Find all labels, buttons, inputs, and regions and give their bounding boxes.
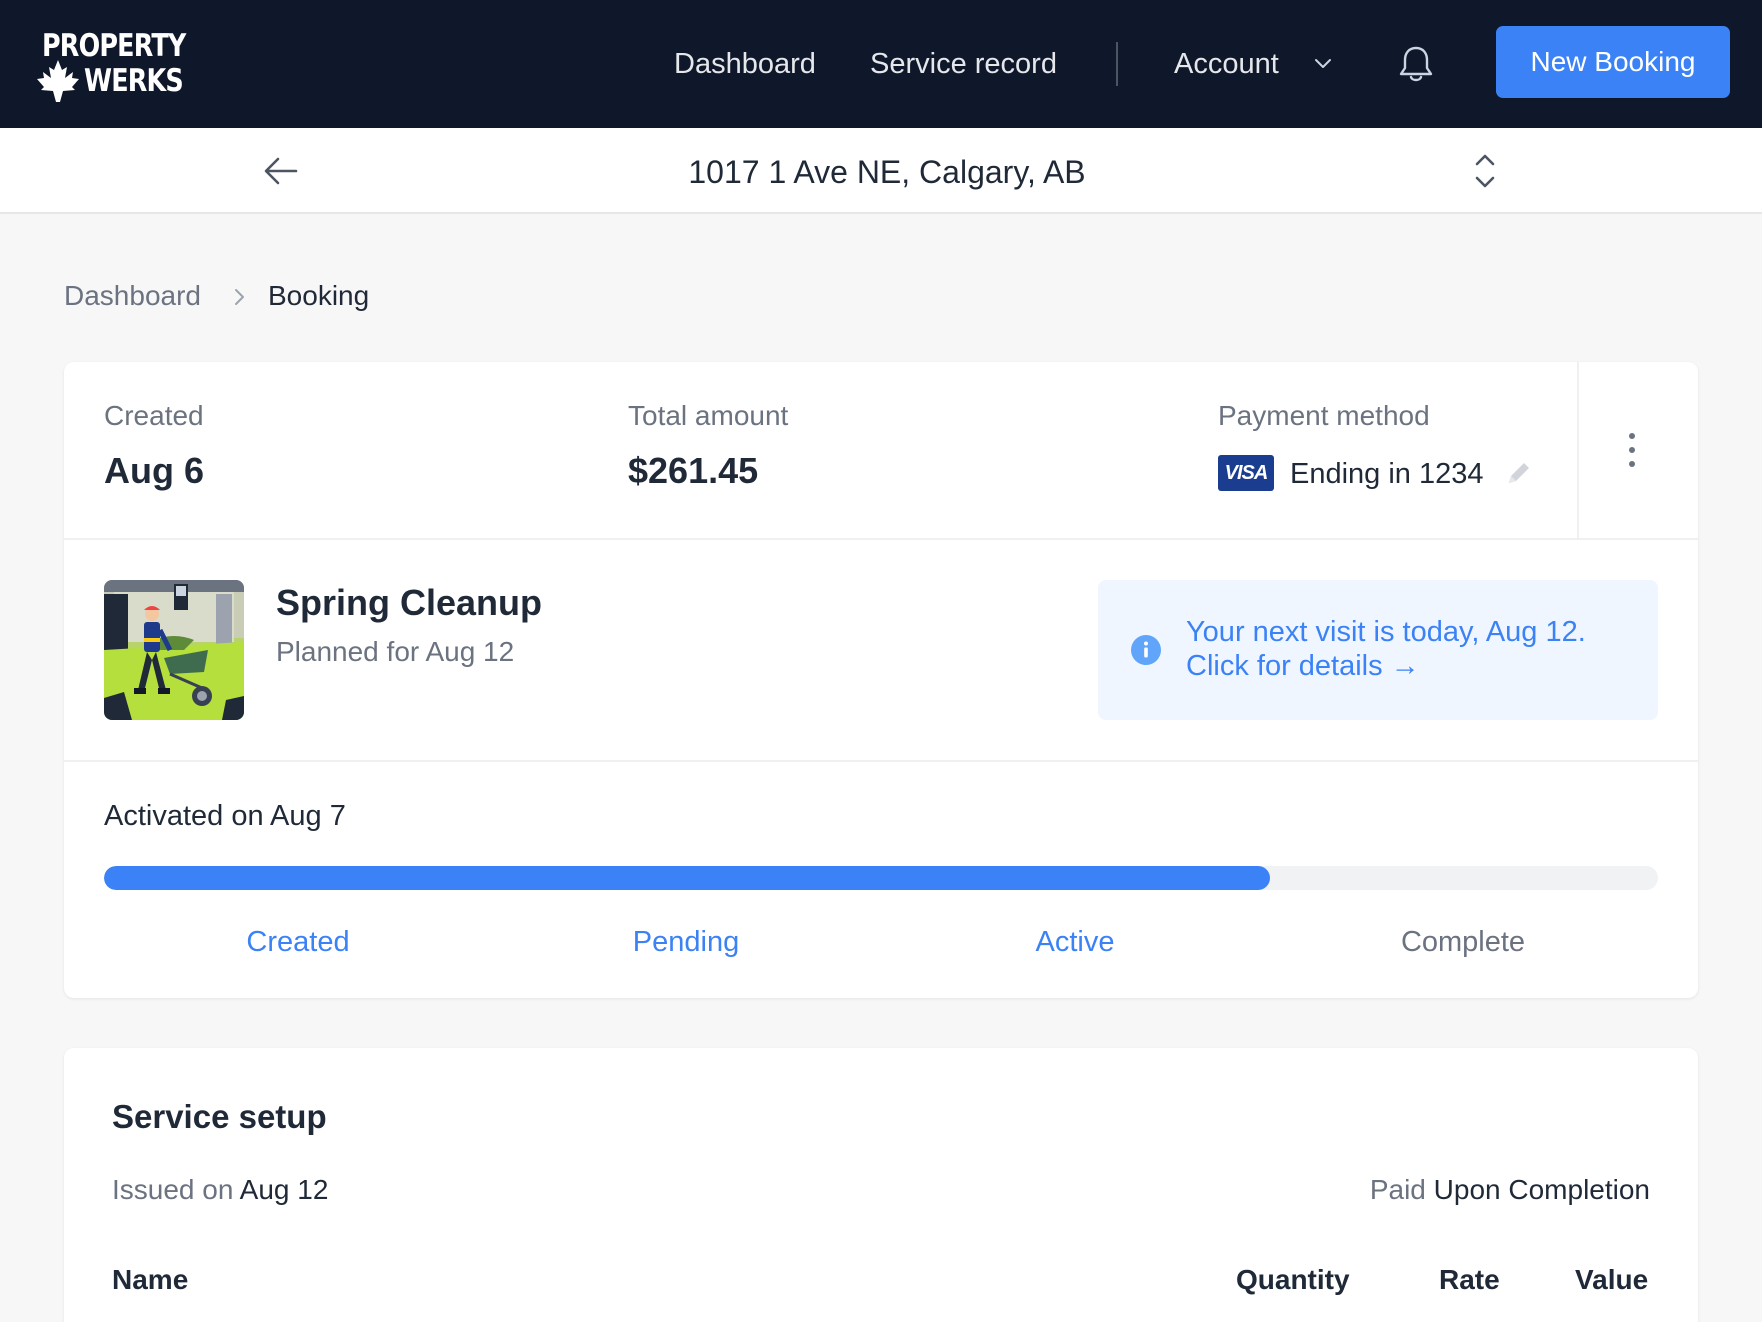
spring-cleanup-thumbnail: [104, 580, 244, 720]
nav-service-record-link[interactable]: Service record: [870, 48, 1057, 81]
nav-dashboard-link[interactable]: Dashboard: [674, 48, 816, 81]
new-booking-button[interactable]: New Booking: [1496, 26, 1730, 98]
payment-method-label: Payment method: [1218, 400, 1430, 431]
more-divider: [1577, 362, 1579, 538]
service-setup-card: Service setup Issued on Aug 12 Paid Upon…: [64, 1048, 1698, 1322]
logo-text-line2: WERKS: [84, 63, 184, 99]
service-planned-date: Planned for Aug 12: [276, 636, 515, 667]
step-created: Created: [246, 926, 350, 958]
details-link[interactable]: Click for details →: [1186, 650, 1420, 683]
created-value: Aug 6: [104, 450, 205, 491]
column-header-quantity: Quantity: [1236, 1264, 1350, 1295]
next-visit-text: Your next visit is today, Aug 12.: [1186, 616, 1586, 648]
issued-value: Aug 12: [239, 1174, 329, 1205]
info-icon: [1131, 635, 1161, 665]
step-pending: Pending: [632, 926, 740, 958]
activated-text: Activated on Aug 7: [104, 800, 346, 832]
column-header-rate: Rate: [1439, 1264, 1500, 1295]
paid-prefix: Paid: [1369, 1174, 1426, 1205]
chevron-up-down-icon[interactable]: [1470, 150, 1500, 192]
next-visit-notice[interactable]: Your next visit is today, Aug 12. Click …: [1098, 580, 1658, 720]
column-header-value: Value: [1575, 1264, 1649, 1295]
chevron-right-icon: [235, 289, 244, 305]
service-setup-title: Service setup: [112, 1098, 327, 1135]
payment-terms: Paid Upon Completion: [1370, 1174, 1650, 1206]
breadcrumb-dashboard-link[interactable]: Dashboard: [64, 280, 201, 312]
section-divider: [64, 538, 1698, 540]
chevron-down-icon[interactable]: [1312, 52, 1334, 74]
more-vertical-icon[interactable]: [1626, 432, 1638, 468]
status-progress-bar: [104, 866, 1658, 890]
section-divider: [64, 760, 1698, 762]
nav-divider: [1116, 42, 1118, 86]
service-title: Spring Cleanup: [276, 582, 543, 623]
total-amount-label: Total amount: [628, 400, 789, 431]
total-amount-value: $261.45: [628, 450, 759, 491]
issued-date: Issued on Aug 12: [112, 1174, 328, 1206]
logo[interactable]: PROPERTY WERKS: [36, 28, 186, 108]
nav-account-menu[interactable]: Account: [1174, 48, 1279, 81]
column-header-name: Name: [112, 1264, 189, 1295]
created-label: Created: [104, 400, 204, 431]
property-bar: 1017 1 Ave NE, Calgary, AB: [0, 128, 1762, 214]
payment-card-ending: Ending in 1234: [1290, 458, 1484, 490]
maple-leaf-icon: [37, 60, 79, 102]
visa-card-icon: VISA: [1218, 455, 1274, 491]
pencil-icon[interactable]: [1504, 458, 1534, 488]
step-active: Active: [1035, 926, 1115, 958]
bell-icon[interactable]: [1394, 42, 1438, 86]
top-navbar: PROPERTY WERKS Dashboard Service record …: [0, 0, 1762, 128]
booking-card: Created Aug 6 Total amount $261.45 Payme…: [64, 362, 1698, 998]
paid-value: Upon Completion: [1433, 1174, 1650, 1205]
status-progress-fill: [104, 866, 1270, 890]
step-complete: Complete: [1400, 926, 1526, 958]
breadcrumb-current: Booking: [268, 280, 370, 311]
issued-prefix: Issued on: [112, 1174, 234, 1205]
